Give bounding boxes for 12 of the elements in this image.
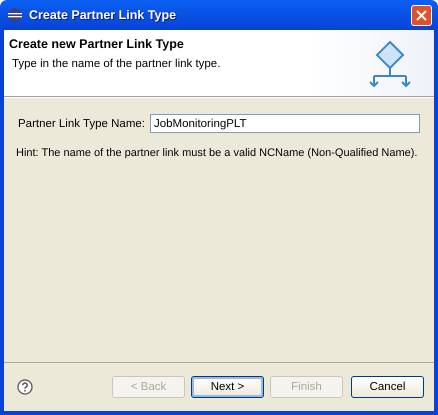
field-label: Partner Link Type Name: bbox=[18, 118, 145, 130]
hint-text: Hint: The name of the partner link must be a valid NCName (Non-Qualified Name). bbox=[16, 147, 418, 159]
dialog-button[interactable]: Cancel bbox=[351, 376, 424, 398]
close-button[interactable] bbox=[411, 4, 432, 26]
header-title: Create new Partner Link Type bbox=[9, 37, 185, 51]
header-description: Type in the name of the partner link type. bbox=[11, 58, 222, 70]
app-icon bbox=[7, 7, 23, 23]
dialog-button[interactable]: Next > bbox=[191, 376, 264, 398]
help-icon[interactable] bbox=[17, 379, 33, 395]
name-input-field[interactable]: JobMonitoringPLT bbox=[150, 114, 420, 133]
close-icon bbox=[416, 10, 427, 20]
window-title: Create Partner Link Type bbox=[29, 8, 178, 22]
